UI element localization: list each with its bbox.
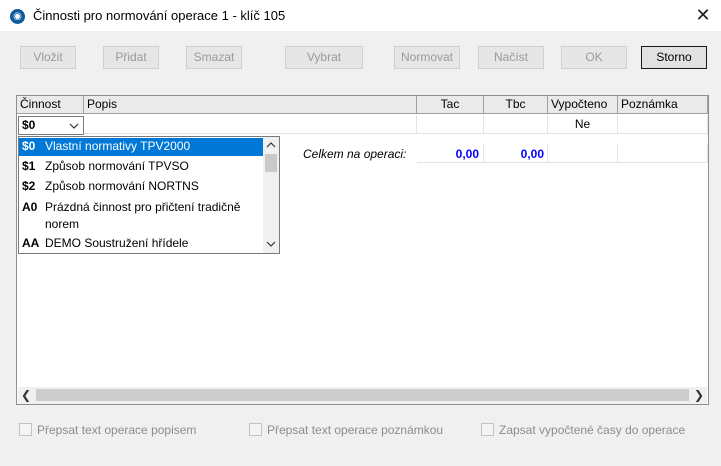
cell-poznamka[interactable] — [618, 115, 708, 134]
cinnost-combobox-value: $0 — [22, 118, 36, 132]
col-header-popis[interactable]: Popis — [84, 96, 417, 114]
prepsat-poznamkou-checkbox[interactable]: Přepsat text operace poznámkou — [249, 423, 459, 439]
dropdown-item[interactable]: AA DEMO Soustružení hřídele — [19, 235, 263, 253]
cell-tbc[interactable] — [484, 115, 548, 134]
pridat-button[interactable]: Přidat — [103, 46, 159, 69]
grid-horizontal-scrollbar[interactable]: ❮ ❯ — [18, 387, 707, 404]
dropdown-item-code: $2 — [22, 179, 36, 193]
dropdown-scroll-thumb[interactable] — [265, 154, 277, 172]
dropdown-item-code: $0 — [22, 139, 36, 153]
dropdown-item[interactable]: $2 Způsob normování NORTNS — [19, 178, 263, 196]
cinnost-combobox[interactable]: $0 — [18, 116, 84, 135]
chevron-left-icon[interactable]: ❮ — [18, 388, 34, 403]
checkbox-label: Zapsat vypočtené časy do operace — [499, 423, 686, 437]
checkbox-label: Přepsat text operace popisem — [37, 423, 197, 437]
cell-vypocteno[interactable]: Ne — [548, 115, 618, 134]
sum-cell-vypocteno — [548, 144, 618, 163]
close-icon[interactable]: ✕ — [690, 4, 716, 26]
grid-scroll-thumb[interactable] — [36, 389, 689, 401]
col-header-tac[interactable]: Tac — [417, 96, 484, 114]
dropdown-scrollbar[interactable] — [263, 137, 279, 253]
vybrat-button[interactable]: Vybrat — [285, 46, 363, 69]
dropdown-item-label: Vlastní normativy TPV2000 — [45, 139, 191, 153]
storno-button[interactable]: Storno — [641, 46, 707, 69]
chevron-down-icon[interactable] — [67, 119, 81, 133]
dropdown-item-code: $1 — [22, 159, 36, 173]
dropdown-item[interactable]: $0 Vlastní normativy TPV2000 — [19, 138, 263, 156]
window-title: Činnosti pro normování operace 1 - klíč … — [33, 8, 286, 23]
cinnost-dropdown-list[interactable]: $0 Vlastní normativy TPV2000 $1 Způsob n… — [18, 136, 280, 254]
activity-grid[interactable]: Činnost Popis Tac Tbc Vypočteno Poznámka… — [16, 95, 709, 405]
dropdown-item-code: AA — [22, 236, 40, 250]
chevron-right-icon[interactable]: ❯ — [691, 388, 707, 403]
title-bar: ◉ Činnosti pro normování operace 1 - klí… — [0, 0, 721, 31]
summary-tac-value: 0,00 — [455, 147, 479, 161]
dropdown-item-label: Způsob normování NORTNS — [45, 179, 199, 193]
zapsat-casy-checkbox[interactable]: Zapsat vypočtené časy do operace — [481, 423, 701, 439]
checkbox-label: Přepsat text operace poznámkou — [267, 423, 444, 437]
chevron-up-icon[interactable] — [265, 140, 277, 150]
dropdown-item-label: Prázdná činnost pro přičtení tradičně no… — [45, 200, 241, 231]
dropdown-item[interactable]: $1 Způsob normování TPVSO — [19, 158, 263, 176]
sum-cell-poznamka — [618, 144, 708, 163]
app-logo-icon: ◉ — [10, 9, 25, 24]
dropdown-item-code: A0 — [22, 200, 38, 214]
dropdown-item-label: Způsob normování TPVSO — [45, 159, 189, 173]
checkbox-box[interactable] — [249, 423, 262, 436]
dropdown-item-label: DEMO Soustružení hřídele — [45, 236, 189, 250]
nacist-button[interactable]: Načíst — [478, 46, 544, 69]
ok-button[interactable]: OK — [561, 46, 627, 69]
prepsat-popisem-checkbox[interactable]: Přepsat text operace popisem — [19, 423, 219, 439]
dropdown-item[interactable]: A0 Prázdná činnost pro přičtení tradičně… — [19, 199, 263, 233]
col-header-tbc[interactable]: Tbc — [484, 96, 548, 114]
col-header-poznamka[interactable]: Poznámka — [618, 96, 708, 114]
col-header-cinnost[interactable]: Činnost — [17, 96, 84, 114]
summary-label: Celkem na operaci: — [303, 147, 407, 161]
checkbox-box[interactable] — [19, 423, 32, 436]
checkbox-box[interactable] — [481, 423, 494, 436]
vlozit-button[interactable]: Vložit — [20, 46, 76, 69]
smazat-button[interactable]: Smazat — [186, 46, 242, 69]
summary-tbc-value: 0,00 — [520, 147, 544, 161]
chevron-down-icon[interactable] — [265, 239, 277, 249]
cell-popis[interactable] — [84, 115, 417, 134]
col-header-vypocteno[interactable]: Vypočteno — [548, 96, 618, 114]
cell-tac[interactable] — [417, 115, 484, 134]
normovat-button[interactable]: Normovat — [394, 46, 460, 69]
